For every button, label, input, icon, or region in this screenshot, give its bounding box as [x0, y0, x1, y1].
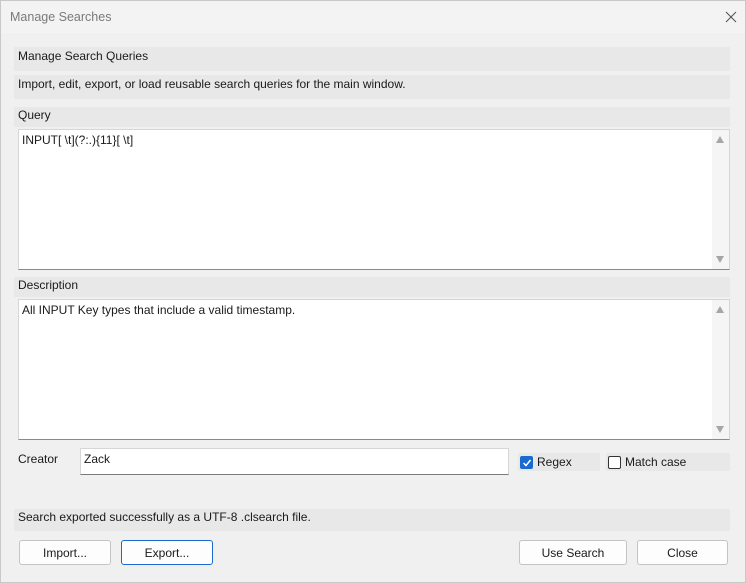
use-search-button[interactable]: Use Search	[519, 540, 627, 565]
close-window-button[interactable]	[719, 5, 743, 29]
close-button[interactable]: Close	[637, 540, 728, 565]
status-message: Search exported successfully as a UTF-8 …	[14, 509, 730, 531]
window-title: Manage Searches	[10, 10, 112, 24]
query-label: Query	[14, 107, 730, 127]
match-case-label: Match case	[625, 455, 687, 469]
import-button[interactable]: Import...	[19, 540, 111, 565]
query-scrollbar[interactable]	[712, 130, 729, 269]
export-button[interactable]: Export...	[121, 540, 213, 565]
scroll-up-arrow-icon[interactable]	[716, 136, 724, 143]
regex-label: Regex	[537, 455, 572, 469]
dialog-subtitle: Import, edit, export, or load reusable s…	[14, 75, 730, 99]
description-label: Description	[14, 277, 730, 297]
scroll-up-arrow-icon[interactable]	[716, 306, 724, 313]
query-textarea[interactable]: INPUT[ \t](?:.){11}[ \t]	[18, 129, 730, 270]
scroll-down-arrow-icon[interactable]	[716, 256, 724, 263]
dialog-heading: Manage Search Queries	[14, 47, 730, 71]
description-textarea[interactable]: All INPUT Key types that include a valid…	[18, 299, 730, 440]
match-case-checkbox[interactable]: Match case	[606, 453, 730, 471]
regex-checkbox-box[interactable]	[520, 455, 533, 469]
description-scrollbar[interactable]	[712, 300, 729, 439]
query-text: INPUT[ \t](?:.){11}[ \t]	[22, 133, 134, 147]
creator-label: Creator	[18, 452, 59, 466]
checkmark-icon	[522, 459, 532, 467]
description-text: All INPUT Key types that include a valid…	[22, 303, 296, 317]
title-bar: Manage Searches	[1, 1, 745, 33]
creator-input[interactable]: Zack	[80, 448, 509, 475]
close-icon	[725, 11, 737, 23]
regex-checkbox[interactable]: Regex	[518, 453, 600, 471]
scroll-down-arrow-icon[interactable]	[716, 426, 724, 433]
match-case-checkbox-box[interactable]	[608, 455, 621, 469]
manage-searches-dialog: Manage Searches Manage Search Queries Im…	[0, 0, 746, 583]
